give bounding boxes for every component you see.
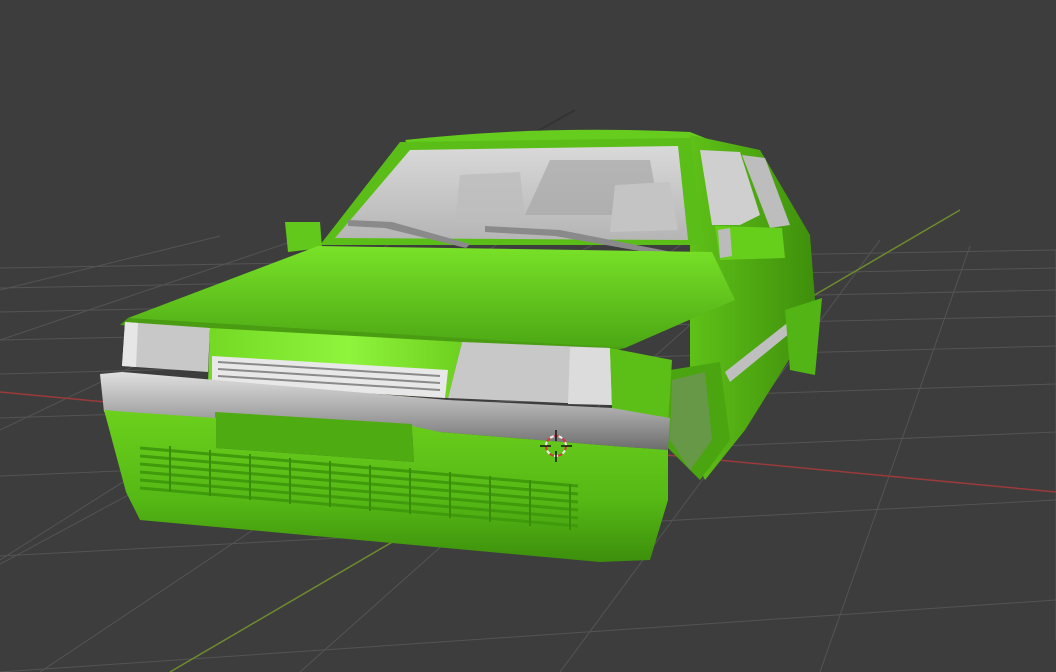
viewport-scene xyxy=(0,109,1056,672)
car-model[interactable] xyxy=(100,109,822,562)
3d-viewport[interactable] xyxy=(0,0,1056,672)
